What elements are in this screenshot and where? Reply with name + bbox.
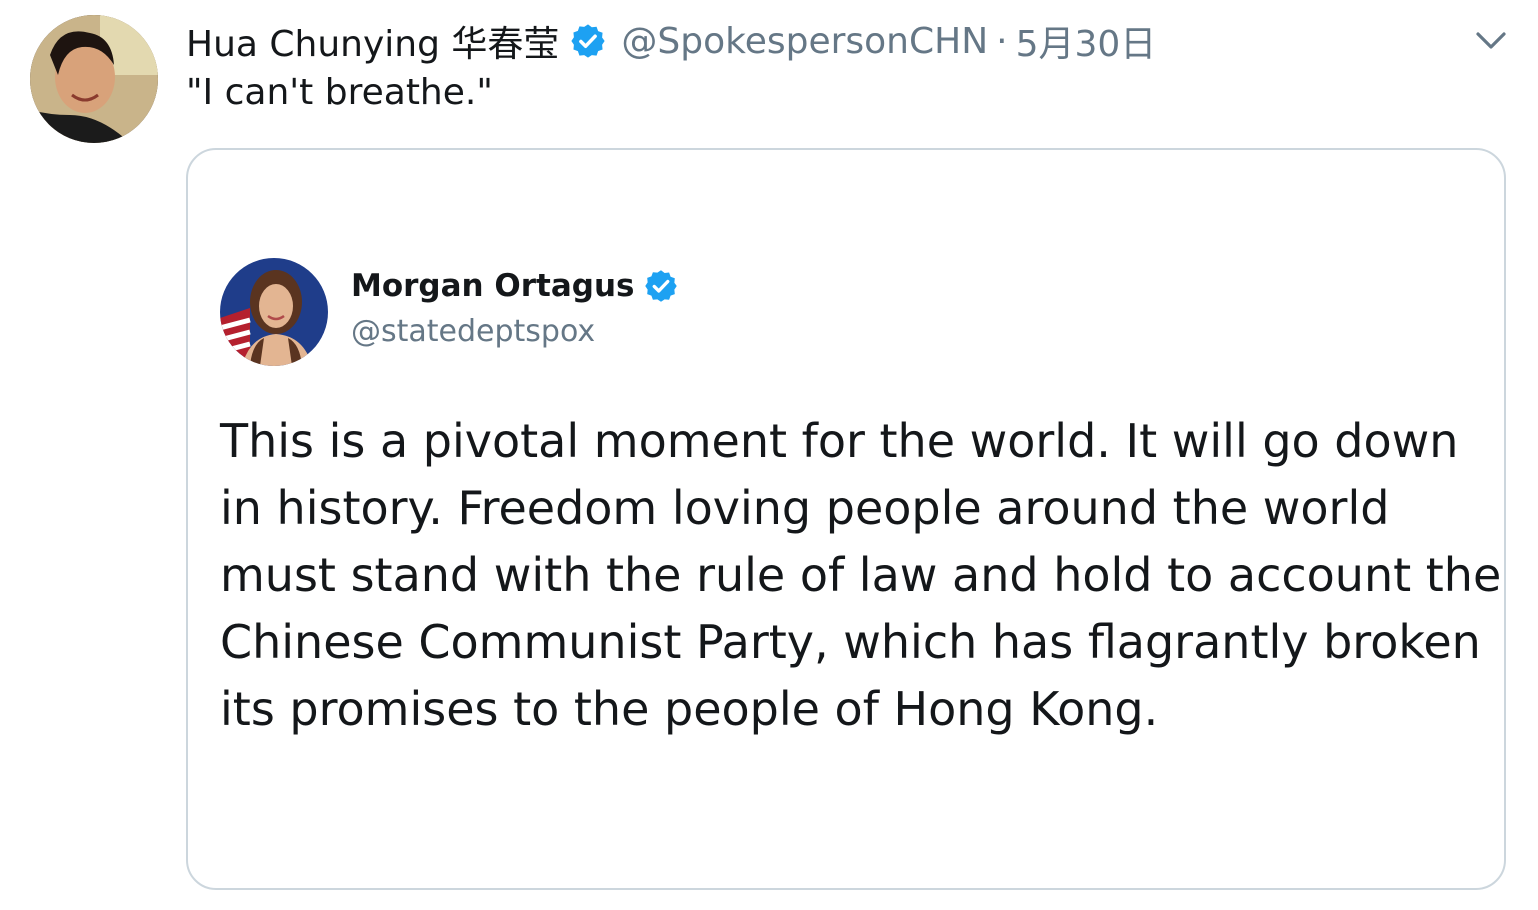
quoted-text-line: This is a pivotal moment for the world. … <box>220 414 1459 468</box>
author-handle[interactable]: @SpokespersonCHN <box>621 21 988 62</box>
tweet-text: "I can't breathe." <box>186 72 493 113</box>
quoted-text-line: must stand with the rule of law and hold… <box>220 548 1502 602</box>
tweet-header: Hua Chunying 华春莹 @SpokespersonCHN · 5月30… <box>186 15 1157 67</box>
quoted-text-line: in history. Freedom loving people around… <box>220 481 1390 535</box>
verified-badge-icon <box>569 22 607 60</box>
quoted-author-row: Morgan Ortagus <box>351 268 679 304</box>
separator-dot: · <box>996 20 1008 62</box>
author-name[interactable]: Hua Chunying 华春莹 <box>186 15 559 67</box>
quoted-text-line: its promises to the people of Hong Kong. <box>220 682 1159 736</box>
quoted-author-handle[interactable]: @statedeptspox <box>351 314 595 349</box>
quoted-author-name[interactable]: Morgan Ortagus <box>351 268 635 304</box>
tweet-date[interactable]: 5月30日 <box>1016 15 1157 67</box>
quoted-tweet-card[interactable]: Morgan Ortagus @statedeptspox This is a … <box>186 148 1506 890</box>
quoted-tweet-text: This is a pivotal moment for the world. … <box>220 408 1502 743</box>
quoted-text-line: Chinese Communist Party, which has flagr… <box>220 615 1481 669</box>
chevron-down-icon[interactable] <box>1474 26 1508 54</box>
author-avatar[interactable] <box>30 15 158 143</box>
quoted-author-avatar[interactable] <box>220 258 328 366</box>
verified-badge-icon <box>643 268 679 304</box>
